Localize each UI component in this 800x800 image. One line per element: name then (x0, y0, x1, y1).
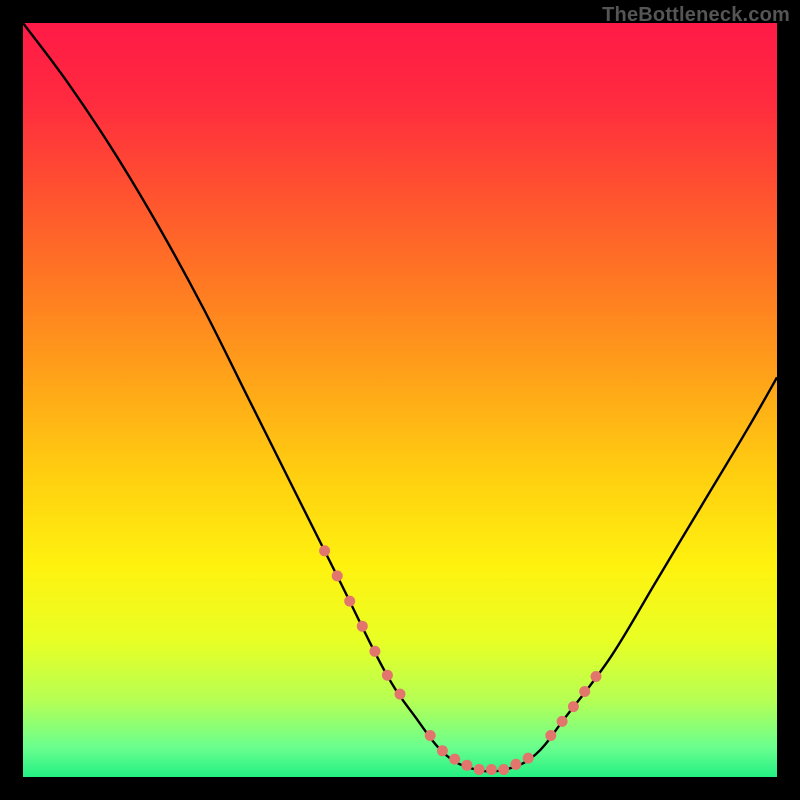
highlight-dot (332, 570, 343, 581)
highlight-dot (395, 689, 406, 700)
highlight-dot (591, 671, 602, 682)
highlight-dot (523, 753, 534, 764)
highlight-dot (557, 716, 568, 727)
chart-svg (23, 23, 777, 777)
highlight-dot (319, 545, 330, 556)
highlight-dot (369, 646, 380, 657)
highlight-dot (461, 760, 472, 771)
highlight-dot (498, 764, 509, 775)
highlight-dot (449, 754, 460, 765)
highlight-dot (568, 701, 579, 712)
highlight-dot (545, 730, 556, 741)
highlight-dot (357, 621, 368, 632)
chart-stage: TheBottleneck.com (0, 0, 800, 800)
highlight-dot (510, 759, 521, 770)
watermark-text: TheBottleneck.com (602, 4, 790, 27)
highlight-dot (437, 745, 448, 756)
plot-area (23, 23, 777, 777)
highlight-dot (579, 686, 590, 697)
highlight-dot (474, 764, 485, 775)
gradient-background (23, 23, 777, 777)
highlight-dot (486, 764, 497, 775)
highlight-dot (382, 670, 393, 681)
highlight-dot (425, 730, 436, 741)
highlight-dot (344, 596, 355, 607)
